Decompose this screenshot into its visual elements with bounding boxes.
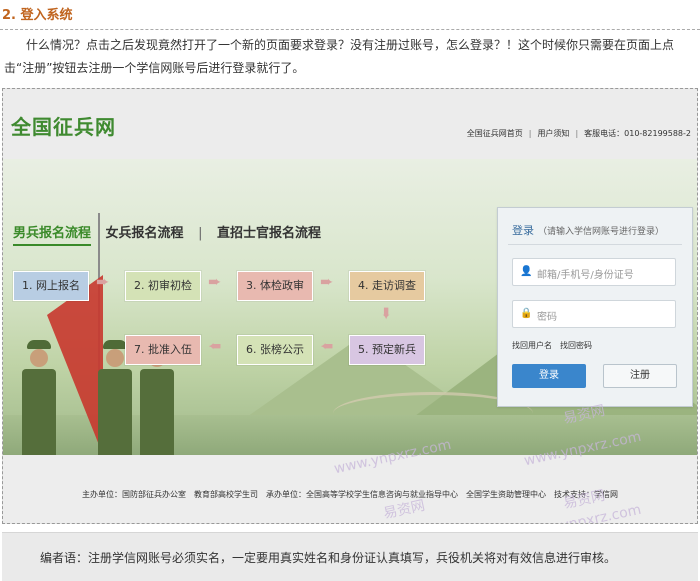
arrow-down-icon: ➨	[377, 306, 397, 321]
username-input[interactable]: 👤 邮箱/手机号/身份证号	[512, 258, 676, 286]
arrow-right-icon: ➨	[320, 272, 334, 291]
top-links: 全国征兵网首页 | 用户须知 | 客服电话：010-82199588-2	[466, 129, 691, 138]
forgot-password-link[interactable]: 找回密码	[560, 341, 592, 350]
register-button[interactable]: 注册	[603, 364, 677, 388]
step-3[interactable]: 3. 体检政审	[237, 271, 313, 301]
footer-host: 主办单位：国防部征兵办公室 教育部高校学生司	[82, 490, 258, 499]
arrow-right-icon: ➨	[208, 272, 222, 291]
login-title: 登录 （请输入学信网账号进行登录）	[512, 224, 665, 237]
password-placeholder: 密码	[537, 312, 557, 323]
lock-icon: 🔒	[520, 308, 533, 319]
process-tabs: 男兵报名流程 女兵报名流程 | 直招士官报名流程	[13, 222, 331, 246]
tab-female[interactable]: 女兵报名流程	[106, 222, 184, 244]
tab-nco[interactable]: 直招士官报名流程	[217, 222, 321, 244]
username-placeholder: 邮箱/手机号/身份证号	[537, 270, 634, 281]
site-logo[interactable]: 全国征兵网	[11, 111, 116, 140]
step-5[interactable]: 5. 预定新兵	[349, 335, 425, 365]
user-notice-link[interactable]: 用户须知	[537, 129, 569, 138]
user-icon: 👤	[520, 266, 533, 277]
step-7[interactable]: 7. 批准入伍	[125, 335, 201, 365]
step-2[interactable]: 2. 初审初检	[125, 271, 201, 301]
step-4[interactable]: 4. 走访调查	[349, 271, 425, 301]
arrow-left-icon: ➨	[320, 337, 334, 356]
intro-paragraph: 什么情况？点击之后发现竟然打开了一个新的页面要求登录？没有注册过账号，怎么登录？…	[4, 38, 675, 75]
recovery-links: 找回用户名 找回密码	[512, 340, 600, 351]
tab-male[interactable]: 男兵报名流程	[13, 222, 92, 246]
home-link[interactable]: 全国征兵网首页	[467, 129, 523, 138]
section-heading: 2. 登入系统	[2, 8, 73, 23]
arrow-left-icon: ➨	[208, 337, 222, 356]
login-button[interactable]: 登录	[512, 364, 586, 388]
soldier-figure	[21, 340, 57, 455]
login-panel: 登录 （请输入学信网账号进行登录） 👤 邮箱/手机号/身份证号 🔒 密码 找回用户…	[497, 207, 693, 407]
step-1[interactable]: 1. 网上报名	[13, 271, 89, 301]
site-header: 全国征兵网 全国征兵网首页 | 用户须知 | 客服电话：010-82199588-2	[3, 89, 697, 159]
password-input[interactable]: 🔒 密码	[512, 300, 676, 328]
divider	[0, 29, 700, 30]
editor-note-box: 编者语：注册学信网账号必须实名，一定要用真实姓名和身份证认真填写，兵役机关将对有…	[2, 532, 698, 581]
hotline-text: 客服电话：010-82199588-2	[584, 129, 691, 138]
arrow-right-icon: ➨	[96, 272, 110, 291]
forgot-username-link[interactable]: 找回用户名	[512, 341, 552, 350]
editor-note: 编者语：注册学信网账号必须实名，一定要用真实姓名和身份证认真填写，兵役机关将对有…	[40, 551, 617, 565]
screenshot-frame: 全国征兵网 全国征兵网首页 | 用户须知 | 客服电话：010-82199588-2 男…	[2, 88, 698, 524]
login-hint: （请输入学信网账号进行登录）	[538, 227, 665, 237]
step-6[interactable]: 6. 张榜公示	[237, 335, 313, 365]
